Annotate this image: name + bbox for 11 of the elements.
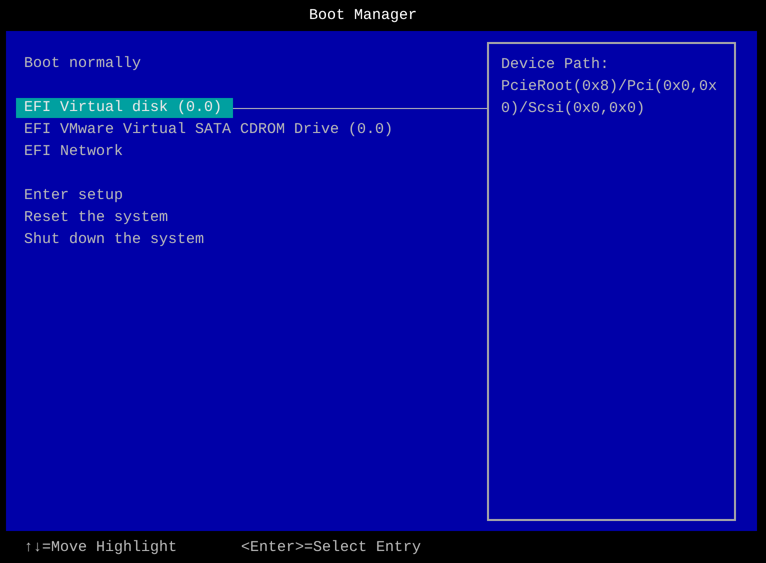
boot-menu-item[interactable]: EFI VMware Virtual SATA CDROM Drive (0.0)	[16, 120, 404, 140]
key-hint: <Enter>=Select Entry	[241, 538, 422, 556]
device-path-text: PcieRoot(0x8)/Pci(0x0,0x0)/Scsi(0x0,0x0)	[501, 77, 718, 119]
screen-title: Boot Manager	[308, 7, 418, 24]
boot-menu-item[interactable]: Reset the system	[16, 208, 180, 228]
boot-menu-item[interactable]: Boot normally	[16, 54, 152, 74]
boot-menu-item[interactable]: Shut down the system	[16, 230, 216, 250]
boot-menu-item[interactable]: EFI Network	[16, 142, 134, 162]
key-hint: ↑↓=Move Highlight	[24, 538, 178, 556]
details-label: Device Path:	[501, 55, 610, 75]
boot-menu-item[interactable]: Enter setup	[16, 186, 134, 206]
